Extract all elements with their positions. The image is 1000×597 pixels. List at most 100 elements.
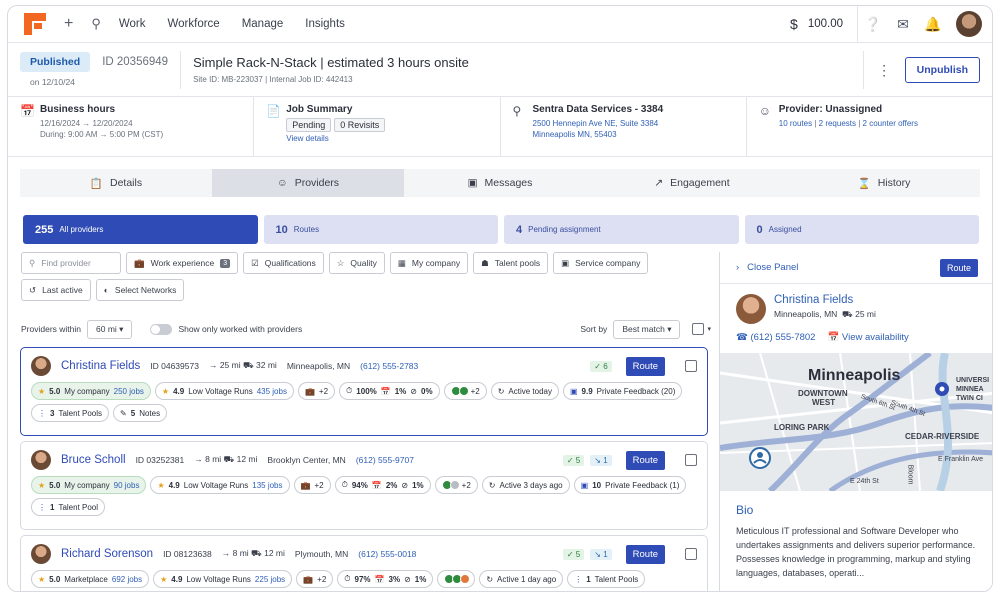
badges-tag[interactable]: +2	[443, 382, 487, 400]
hours-title: Business hours	[40, 104, 116, 115]
cancel-icon: ⊘	[410, 386, 417, 396]
search-input[interactable]: ⚲ Find provider	[21, 252, 121, 274]
provider-card[interactable]: Bruce Scholl ID 03252381 → 8 mi ⛟ 12 mi …	[20, 441, 708, 530]
bell-icon[interactable]: 🔔	[918, 16, 948, 33]
tab-details[interactable]: 📋 Details	[20, 169, 212, 197]
talent-pools-tag[interactable]: ⋮ 1 Talent Pools	[567, 570, 646, 588]
routes-link[interactable]: 10 routes	[779, 119, 812, 128]
help-icon[interactable]: ❔	[858, 16, 888, 33]
badges-tag[interactable]: +2	[434, 476, 478, 494]
user-avatar[interactable]	[956, 11, 982, 37]
tab-engagement[interactable]: ↗ Engagement	[596, 169, 788, 197]
hours-during: During: 9:00 AM → 5:00 PM (CST)	[40, 130, 164, 139]
summary-all-providers[interactable]: 255 All providers	[23, 215, 258, 244]
site-address-line1[interactable]: 2500 Hennepin Ave NE, Suite 3384	[533, 118, 664, 129]
summary-assigned[interactable]: 0 Assigned	[744, 215, 979, 244]
filter-work-experience[interactable]: 💼 Work experience 3	[126, 252, 239, 274]
active-tag: ↻ Active 1 day ago	[479, 570, 564, 588]
provider-card[interactable]: Richard Sorenson ID 08123638 → 8 mi ⛟ 12…	[20, 535, 708, 591]
nav-work[interactable]: Work	[119, 18, 146, 30]
panel-phone[interactable]: ☎ (612) 555-7802	[736, 332, 815, 343]
provider-name[interactable]: Bruce Scholl	[61, 454, 126, 466]
search-icon[interactable]: ⚲	[91, 16, 101, 32]
view-details-link[interactable]: View details	[286, 133, 388, 144]
filter-last-active[interactable]: ↺ Last active	[21, 279, 91, 301]
view-availability-link[interactable]: 📅 View availability	[827, 332, 908, 343]
more-icon[interactable]: ⋮	[862, 50, 905, 89]
notes-tag[interactable]: ✎ 5 Notes	[113, 404, 168, 422]
chevron-right-icon[interactable]: ›	[736, 262, 739, 273]
briefcase-icon: 💼	[134, 257, 145, 268]
brand-logo[interactable]	[24, 13, 46, 35]
distance-select[interactable]: 60 mi ▾	[87, 319, 133, 339]
close-panel-link[interactable]: Close Panel	[747, 262, 798, 273]
filter-networks[interactable]: ◐ Select Networks	[95, 279, 185, 301]
mail-icon[interactable]: ✉	[888, 16, 918, 33]
more-tag[interactable]: 💼 +2	[296, 570, 334, 588]
filter-service-company[interactable]: ▣ Service company	[553, 252, 649, 274]
panel-drive: 25 mi	[855, 309, 876, 319]
summary-label: Assigned	[768, 225, 802, 234]
requests-link[interactable]: 2 requests	[819, 119, 856, 128]
provider-phone[interactable]: (612) 555-0018	[358, 549, 416, 559]
sort-label: Sort by	[580, 324, 608, 334]
site-address-line2[interactable]: Minneapolis MN, 55403	[533, 129, 664, 140]
provider-phone[interactable]: (612) 555-9707	[356, 455, 414, 465]
route-button[interactable]: Route	[625, 450, 665, 470]
select-checkbox[interactable]	[685, 548, 697, 560]
job-header: Published ID 20356949 on 12/10/24 Simple…	[8, 43, 992, 97]
tab-messages[interactable]: ▣ Messages	[404, 169, 596, 197]
nav-workforce[interactable]: Workforce	[168, 18, 220, 30]
badges-tag[interactable]	[437, 570, 476, 588]
refresh-icon: ↻	[488, 480, 496, 490]
building-icon: ▦	[397, 257, 406, 268]
talent-pools-tag[interactable]: ⋮ 3 Talent Pools	[31, 404, 110, 422]
filter-label: Qualifications	[264, 258, 316, 268]
route-button[interactable]: Route	[625, 544, 665, 564]
select-checkbox[interactable]	[685, 454, 697, 466]
worked-with-toggle[interactable]	[150, 323, 173, 335]
select-checkbox[interactable]	[685, 360, 697, 372]
add-icon[interactable]: +	[64, 15, 73, 33]
tab-history[interactable]: ⌛ History	[788, 169, 980, 197]
job-id: ID 20356949	[102, 56, 169, 68]
panel-provider-name[interactable]: Christina Fields	[774, 294, 876, 306]
filter-my-company[interactable]: ▦ My company	[389, 252, 469, 274]
balance[interactable]: $ 100.00	[776, 6, 858, 42]
counter-offers-link[interactable]: 2 counter offers	[863, 119, 918, 128]
filter-talent-pools[interactable]: ☗ Talent pools	[473, 252, 549, 274]
nav-manage[interactable]: Manage	[242, 18, 284, 30]
provider-card[interactable]: Christina Fields ID 04639573 → 25 mi ⛟ 3…	[20, 347, 708, 436]
nav-insights[interactable]: Insights	[305, 18, 345, 30]
provider-panel: › Close Panel Route Christina Fields Min…	[719, 252, 992, 591]
feedback-tag[interactable]: ▣ 10 Private Feedback (1)	[573, 476, 687, 494]
route-button[interactable]: Route	[625, 356, 665, 376]
sort-select[interactable]: Best match ▾	[613, 319, 681, 339]
job-summary: 📄 Job Summary Pending 0 Revisits View det…	[254, 97, 501, 156]
verified-badge: ✓ 5	[562, 548, 585, 560]
map[interactable]: Minneapolis DOWNTOWN WEST LORING PARK CE…	[720, 353, 992, 491]
clock-icon: ⏱	[346, 386, 353, 395]
unpublish-button[interactable]: Unpublish	[904, 56, 980, 83]
more-tag[interactable]: 💼 +2	[297, 382, 336, 400]
summary-pending[interactable]: 4 Pending assignment	[504, 215, 739, 244]
provider-name[interactable]: Christina Fields	[61, 360, 140, 372]
revisit-badge: ↘ 1	[590, 454, 612, 466]
briefcase-icon: 💼	[304, 386, 315, 396]
provider-name[interactable]: Richard Sorenson	[61, 548, 153, 560]
filter-label: Select Networks	[114, 285, 177, 295]
id-card-icon: ▣	[561, 257, 570, 268]
briefcase-icon: 💼	[303, 574, 314, 584]
provider-phone[interactable]: (612) 555-2783	[360, 361, 418, 371]
talent-pools-tag[interactable]: ⋮ 1 Talent Pool	[31, 498, 106, 516]
feedback-tag[interactable]: ▣ 9.9 Private Feedback (20)	[562, 382, 683, 400]
tab-providers[interactable]: ☺ Providers	[212, 169, 404, 197]
summary-routes[interactable]: 10 Routes	[263, 215, 498, 244]
filter-qualifications[interactable]: ☑ Qualifications	[243, 252, 324, 274]
provider-title: Provider: Unassigned	[778, 104, 883, 115]
more-tag[interactable]: 💼 +2	[293, 476, 331, 494]
filter-quality[interactable]: ☆ Quality	[328, 252, 385, 274]
chevron-down-icon[interactable]: ▾	[707, 325, 711, 333]
select-all-checkbox[interactable]	[692, 323, 705, 335]
panel-route-button[interactable]: Route	[939, 258, 978, 277]
